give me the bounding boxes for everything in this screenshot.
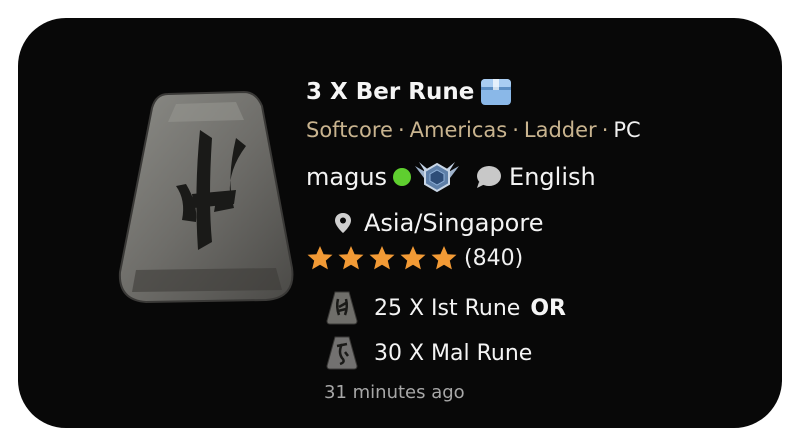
star-icon [369, 246, 395, 270]
price-option-1: 25 X Ist Rune OR [306, 291, 566, 325]
price-1-text: 25 X Ist Rune [374, 295, 521, 321]
posted-time: 31 minutes ago [324, 382, 465, 403]
tag-region: Americas [409, 118, 508, 142]
star-icon [307, 246, 333, 270]
posted-time-text: 31 minutes ago [324, 382, 465, 403]
seller-language: English [509, 163, 596, 191]
price-2-text: 30 X Mal Rune [374, 340, 533, 366]
rating-count[interactable]: (840) [464, 246, 523, 271]
package-icon [481, 79, 512, 105]
star-icon [338, 246, 364, 270]
tag-mode: Softcore [306, 118, 393, 142]
tag-platform: PC [613, 118, 641, 142]
or-connector: OR [530, 295, 566, 321]
ist-rune-icon [326, 291, 358, 325]
map-pin-icon [335, 213, 351, 233]
listing-title-row[interactable]: 3 X Ber Rune [306, 78, 512, 106]
star-icon [400, 246, 426, 270]
star-icon [431, 246, 457, 270]
seller-name[interactable]: magus [306, 163, 387, 191]
rating-row: (840) [306, 245, 523, 271]
tag-separator: · [601, 118, 609, 142]
chat-bubble-icon [477, 166, 502, 188]
listing-title[interactable]: 3 X Ber Rune [306, 79, 474, 105]
price-option-2: 30 X Mal Rune [306, 336, 532, 370]
listing-card[interactable]: 3 X Ber Rune Softcore · Americas · Ladde… [18, 18, 782, 428]
seller-row: magus English [306, 160, 596, 194]
seller-location: Asia/Singapore [364, 209, 544, 237]
tag-separator: · [512, 118, 519, 142]
location-row: Asia/Singapore [334, 209, 543, 237]
online-status-icon [393, 168, 412, 186]
ber-rune-icon [118, 90, 294, 304]
mal-rune-icon [326, 336, 358, 370]
rank-badge-icon [415, 162, 460, 193]
page-frame: 3 X Ber Rune Softcore · Americas · Ladde… [0, 0, 800, 446]
listing-tags: Softcore · Americas · Ladder · PC [306, 118, 641, 142]
tag-season: Ladder [523, 118, 597, 142]
tag-separator: · [397, 118, 405, 142]
